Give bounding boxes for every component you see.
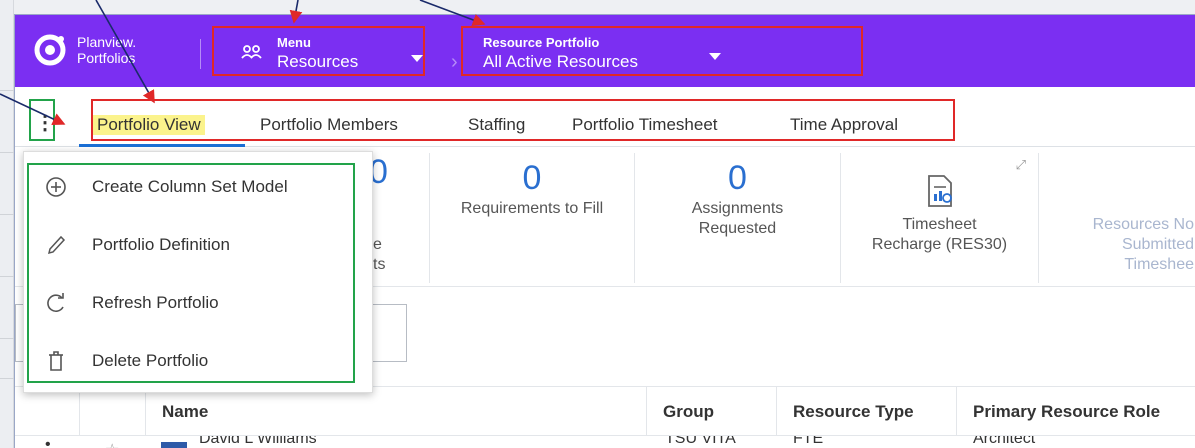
- tile-label-line2: Recharge (RES30): [871, 236, 1008, 253]
- tab-portfolio-timesheet[interactable]: Portfolio Timesheet: [572, 115, 718, 135]
- tile-label: Requirements to Fill: [460, 200, 604, 217]
- tile-label-line1: Assignments: [691, 200, 784, 217]
- tile-timesheet-recharge[interactable]: Timesheet Recharge (RES30) ⤢: [841, 153, 1039, 283]
- menu-item-portfolio-definition[interactable]: Portfolio Definition: [24, 216, 374, 274]
- menu-dropdown-label: Menu: [277, 35, 311, 50]
- portfolio-dropdown-value: All Active Resources: [483, 52, 638, 71]
- row-selector-column: [79, 387, 80, 437]
- portfolio-actions-menu: Create Column Set Model Portfolio Defini…: [23, 151, 373, 393]
- tile-count: 0: [728, 159, 747, 197]
- tab-portfolio-members[interactable]: Portfolio Members: [260, 115, 398, 135]
- menu-item-label: Delete Portfolio: [92, 351, 209, 370]
- tile-requirements-to-fill[interactable]: 0 Requirements to Fill: [429, 153, 635, 283]
- menu-dropdown-value: Resources: [277, 52, 359, 71]
- tile-label-line2: ts: [373, 256, 386, 273]
- resource-portfolio-dropdown[interactable]: Resource Portfolio All Active Resources: [483, 35, 723, 77]
- logo-icon: [33, 33, 67, 67]
- tile-label-line1: Resources No: [1092, 216, 1194, 233]
- chevron-down-icon: [411, 55, 423, 62]
- tile-label-line2: Submitted: [1121, 236, 1194, 253]
- table-header: Name Group Resource Type Primary Resourc…: [15, 386, 1195, 437]
- menu-item-create-column-set-model[interactable]: Create Column Set Model: [24, 158, 374, 216]
- app-window: Planview. Portfolios Menu Resources › Re…: [14, 14, 1195, 448]
- tile-label-line1: Timesheet: [902, 216, 977, 233]
- brand-line-1: Planview.: [77, 34, 137, 50]
- table-row[interactable]: • ☆ David L Williams TSU VITA FTE Archit…: [15, 436, 1195, 448]
- pencil-icon: [40, 234, 72, 256]
- menu-item-label: Create Column Set Model: [92, 177, 288, 196]
- column-header-resource-type[interactable]: Resource Type: [776, 387, 956, 437]
- column-header-group[interactable]: Group: [646, 387, 776, 437]
- expand-icon[interactable]: ⤢: [1016, 157, 1026, 173]
- menu-dropdown[interactable]: Menu Resources: [241, 35, 423, 77]
- kebab-menu-button[interactable]: ⋮: [31, 107, 59, 137]
- cell-name[interactable]: David L Williams: [199, 436, 317, 448]
- cell-resource-type: FTE: [793, 436, 824, 447]
- row-dot: •: [45, 436, 51, 448]
- cell-primary-role: Architect: [973, 436, 1036, 447]
- plus-circle-icon: [40, 176, 72, 198]
- chevron-down-icon: [709, 53, 721, 60]
- tile-label-line2: Requested: [698, 220, 777, 237]
- column-header-primary-role[interactable]: Primary Resource Role: [956, 387, 1195, 437]
- background-left-strip: [0, 0, 14, 448]
- tab-staffing[interactable]: Staffing: [468, 115, 525, 135]
- portfolio-dropdown-label: Resource Portfolio: [483, 35, 600, 50]
- tile-label-line3: Timeshee: [1124, 256, 1194, 273]
- favorite-star-icon[interactable]: ☆: [105, 440, 119, 448]
- planview-logo[interactable]: Planview. Portfolios: [33, 33, 136, 67]
- tile-partial-labels: e ts: [373, 235, 385, 275]
- tab-strip: ⋮ Portfolio View Portfolio Members Staff…: [15, 87, 1195, 147]
- avatar: [161, 442, 187, 448]
- menu-item-label: Refresh Portfolio: [92, 293, 219, 312]
- trash-icon: [40, 350, 72, 372]
- menu-item-delete-portfolio[interactable]: Delete Portfolio: [24, 332, 374, 390]
- tile-resources-not-submitted[interactable]: Resources No Submitted Timeshee: [1039, 153, 1195, 283]
- tile-count: 0: [522, 159, 542, 197]
- screenshot-root: Planview. Portfolios Menu Resources › Re…: [0, 0, 1195, 448]
- brand-line-2: Portfolios: [77, 50, 136, 66]
- tile-assignments-requested[interactable]: 0 Assignments Requested: [635, 153, 841, 283]
- tab-time-approval[interactable]: Time Approval: [790, 115, 898, 135]
- app-header: Planview. Portfolios Menu Resources › Re…: [15, 15, 1195, 87]
- breadcrumb-chevron-icon: ›: [451, 51, 458, 73]
- cell-group: TSU VITA: [665, 436, 736, 447]
- menu-item-refresh-portfolio[interactable]: Refresh Portfolio: [24, 274, 374, 332]
- refresh-icon: [40, 292, 72, 314]
- menu-item-label: Portfolio Definition: [92, 235, 230, 254]
- tile-label-line1: e: [373, 236, 382, 253]
- people-icon: [241, 45, 263, 66]
- column-header-name[interactable]: Name: [145, 387, 651, 437]
- tab-portfolio-view[interactable]: Portfolio View: [93, 115, 205, 135]
- report-icon: [926, 175, 954, 207]
- header-divider: [200, 39, 201, 69]
